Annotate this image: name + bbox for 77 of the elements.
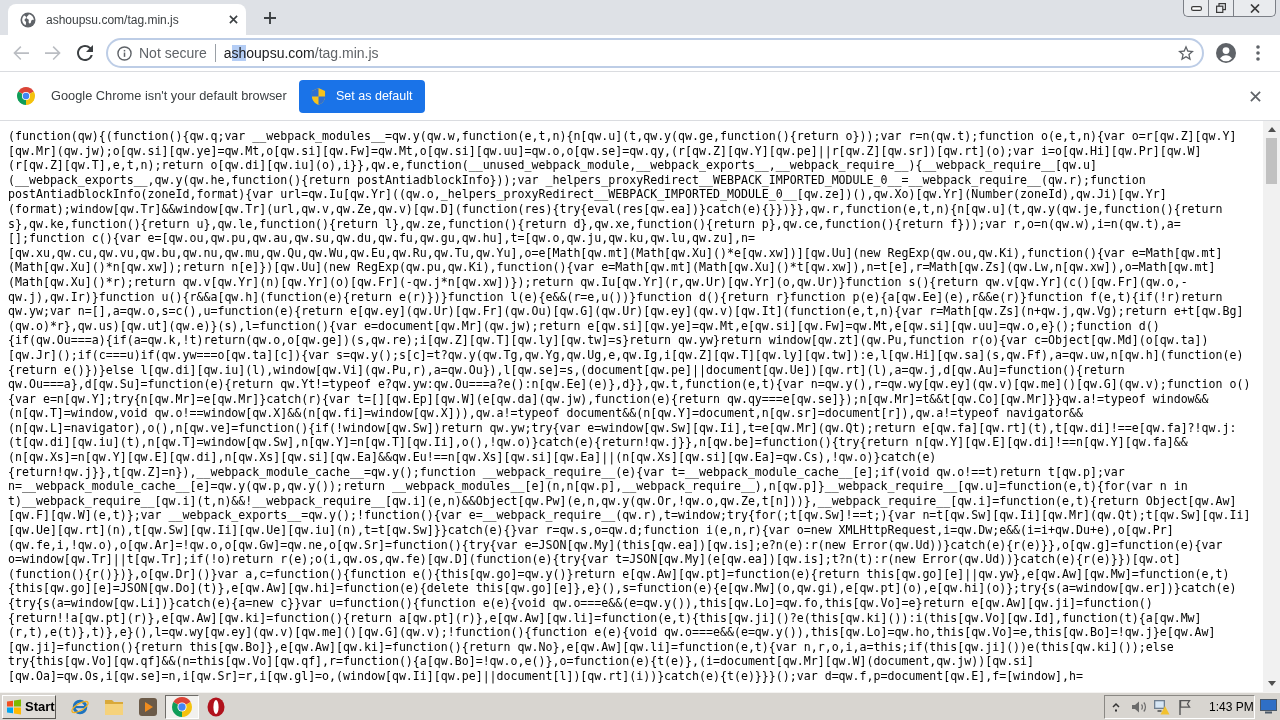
code-line: t)__webpack_require__[qw.i](t,n)&&!__webpack_require__[qw.i](e,n)&&Object[qw.Pw](e,n,qw.y(qw.Or,!qw.o,qw.Ze,t[n]))},__webpack_require__[qw.i]=function(e,t){return Object[qw.Aw] <box>8 493 1237 509</box>
security-chip[interactable]: Not secure <box>117 42 207 64</box>
restore-icon <box>1216 3 1226 13</box>
code-line: [qw.Oa]=qw.Os,i[qw.se]=n,i[qw.Sr]=r,i[qw.gl]=o,(window[qw.Ii][qw.pe]||document[l])[qw.rt](i))}catch(e){t(e)}}}();var d=qw.f,p=document[qw.E],f=[window],h= <box>8 668 1083 684</box>
close-icon[interactable] <box>1250 90 1261 102</box>
info-icon <box>117 45 132 61</box>
browser-logo-icon <box>17 87 35 105</box>
code-line: try{this[qw.Vo][qw.qf]&&(n=this[qw.Vo][qw.qf],r=function(){a[qw.Bo]=!qw.o,e()},o=function(e){t(e)},(i=document[qw.Mr][qw.W](document,qw.jw))[qw.si] <box>8 654 1035 669</box>
code-line: (Math[qw.Xu]()*n[qw.xw]);return n[e]})[qw.Uu](new RegExp(qw.pu,qw.Ki),function(){var e=Math[qw.mt](Math[qw.Xu]()*t[qw.xw]),n=t[e],r=Math[qw.Zs](qw.Lw,n[qw.xw]),o=Math[qw.mt] <box>8 260 1216 275</box>
scrollbar-track[interactable] <box>1263 121 1280 692</box>
reload-icon[interactable] <box>77 45 93 61</box>
browser-tab[interactable]: ashoupsu.com/tag.min.js <box>8 4 246 35</box>
code-line: (n[qw.Xs]=n[qw.Y][qw.E][qw.di],n[qw.Xs][qw.si][qw.Ea]&&qw.Eu!==n[qw.Xs][qw.si][qw.Ea]||(n[qw.Xs][qw.si][qw.Ea]=qw.Cs),!qw.o)}catch(e) <box>8 450 937 465</box>
code-line: (t[qw.di][qw.iu](t),n[qw.T]=window[qw.Sw],n[qw.Y]=n[qw.T][qw.Ii],o(),!qw.o)}catch(e){return!qw.j}},n[qw.be]=function(){try{return n[qw.Y][qw.E][qw.di]!==n[qw.Y][qw.fa]&& <box>8 435 1188 451</box>
triangle-up-icon <box>1267 127 1276 132</box>
ring-icon <box>207 696 225 717</box>
restore-button[interactable] <box>1208 0 1233 17</box>
close-window-button[interactable] <box>1233 0 1276 17</box>
profile-avatar-icon[interactable] <box>1216 43 1236 63</box>
code-line: {if(qw.Ou===a){if(a=qw.k,!t)return(qw.o,o[qw.ge])(s,qw.re);i[qw.Z][qw.T][qw.ly][qw.tw]=s}return qw.yw}return window[qw.zt](qw.Pu,function r(o){var c=Object[qw.Md](o[qw.ta]) <box>8 333 1209 348</box>
code-line: (Math[qw.Xu]()*r);return qw.v[qw.Yr](n)[qw.Yr](o)[qw.Fr](-qw.j*n[qw.xw])});return qw.Iu[qw.Yr](r,qw.Ur)[qw.Yr](o,qw.Ur)}function s(){return qw.v[qw.Yr](c()[qw.Fr](qw.o,- <box>8 274 1188 290</box>
browser-logo-icon <box>172 696 192 717</box>
taskbar-button[interactable] <box>165 694 199 719</box>
code-line: [qw.ji]=function(){return this[qw.Bo]},e[qw.Aw][qw.ki]=function(){return qw.No},e[qw.Aw][qw.li]=function(e,t){var n,r,o,i,a=this;if(this[qw.ji]())e(this[qw.ki]());else <box>8 639 1174 655</box>
folder-icon <box>104 697 124 716</box>
code-line: postAntiadblockInfo(zoneId,format){var url=qw.Iu[qw.Yr]((qw.o,_helpers_proxyRedirect__WEBPACK_IMPORTED_MODULE_0__[qw.ze])(),qw.Xo)[qw.Yr](Number(zoneId),qw.Ji)[qw.Yr] <box>8 187 1167 202</box>
code-line: [];function c(){var e=[qw.ou,qw.pu,qw.au,qw.su,qw.du,qw.fu,qw.gu,qw.hu],t=[qw.o,qw.ju,qw.ku,qw.lu,qw.zu],n= <box>8 231 755 246</box>
code-line: {this[qw.go][e]=JSON[qw.Do](t)},e[qw.Aw][qw.hi]=function(e){delete this[qw.go][e]},e}(),s=function(e){e[qw.Mw](o,qw.gi),e[qw.pt](o),e[qw.hi](o)};try{s(a=window[qw.er])}catch(e) <box>8 581 1237 596</box>
code-line: (format);window[qw.Tr]&&window[qw.Tr](url,qw.v,qw.Ze,qw.v)[qw.D](function(res){try{eval(res[qw.ea])}catch(e){}})}},qw.r,function(e,t,n){n[qw.u](t,qw.y(qw.je,function(){return <box>8 201 1223 217</box>
code-line: (function(qw){(function(){qw.q;var __webpack_modules__=qw.y(qw.w,function(e,t,n){n[qw.u](t,qw.y(qw.ge,function(){return o}));var r=n(qw.t);function o(e,t,n){var o=r[qw.Z][qw.Y] <box>8 129 1237 144</box>
new-tab-icon[interactable] <box>264 12 276 24</box>
caret-up-icon[interactable] <box>1112 701 1120 712</box>
infobar-message: Google Chrome isn't your default browser <box>51 87 287 106</box>
close-icon[interactable] <box>229 15 238 24</box>
shield-icon <box>311 87 326 105</box>
code-line: [qw.xu,qw.cu,qw.vu,qw.bu,qw.nu,qw.mu,qw.Qu,qw.Wu,qw.Eu,qw.Ru,qw.Tu,qw.Yu],o=e[Math[qw.mt](Math[qw.Xu]()*e[qw.xw])][qw.Uu](new RegExp(qw.ou,qw.Ki),function(){var e=Math[qw.mt] <box>8 245 1223 261</box>
code-line: qw.yw;var n=[],a=qw.o,s=c(),u=function(e){return e[qw.ey](qw.Ur)[qw.Fr](qw.Ou)[qw.G](qw.Ur)[qw.ey](qw.v)[qw.It](function(e,t,n){var r=Math[qw.Zs](n+qw.j,qw.Vg);return e+t[qw.Bg] <box>8 304 1244 319</box>
code-line: (r,t),e(t)},t)},e}(),l=qw.wy[qw.ey](qw.v)[qw.me]()[qw.G](qw.v);!function(){function e(e){void qw.o===e&&(e=qw.y()),this[qw.Lo]=qw.ho,this[qw.Vo]=e,this[qw.Bo]=!qw.j}e[qw.Aw] <box>8 625 1216 640</box>
code-line: [qw.Mr](qw.jw);o[qw.si][qw.ye]=qw.Mt,o[qw.si][qw.Fw]=qw.Mt,o[qw.si][qw.uu]=qw.o,o[qw.se]=qw.qy,(r[qw.Z][qw.Y][qw.pe]||r[qw.Z][qw.sr])[qw.rt](o);var i=o[qw.Hi][qw.Pr][qw.W] <box>8 143 1202 159</box>
code-line: qw.j),qw.Ir)}function u(){r&&a[qw.h](function(e){return e(r)})}function l(e){e&&(r=e,u())}function d(){return r}function p(e){a[qw.Ee](e),r&&e(r)}function f(e,t){if(!r)return <box>8 289 1223 305</box>
code-line: (n[qw.T]=window,void qw.o!==window[qw.X]&&(n[qw.fi]=window[qw.X])),qw.a!=typeof document&&(n[qw.Y]=document,n[qw.sr]=document[r]),qw.a!=typeof navigator&& <box>8 406 1083 421</box>
code-line: [qw.Jr]();if(c===u)if(qw.yw===o[qw.ta][c]){var s=qw.y();s[c]=t?qw.y(qw.Tg,qw.Yg,qw.Ug,e,qw.Ig,i[qw.Z][qw.T][qw.ly][qw.tw]):e,l[qw.Hi][qw.sa](s,qw.Ff),a=qw.uw,n[qw.h](function(e) <box>8 347 1244 363</box>
flag-icon[interactable] <box>1178 698 1191 715</box>
clock: 1:43 PM <box>1209 698 1254 716</box>
minimize-button[interactable] <box>1183 0 1208 17</box>
star-icon[interactable] <box>1178 45 1194 61</box>
close-icon <box>1249 3 1260 13</box>
monitor-icon <box>1259 699 1277 714</box>
minimize-icon <box>1190 5 1202 11</box>
globe-icon <box>20 11 36 28</box>
code-line: {var e=n[qw.Y];try{n[qw.Mr]=e[qw.Mr]}catch(r){var t=[][qw.Ep][qw.W](e[qw.da](qw.jw),function(e){return qw.qy===e[qw.se]});n[qw.Mr]=t&&t[qw.Co][qw.Mr]}}qw.a!=typeof window&& <box>8 391 1209 407</box>
network-warning-icon[interactable] <box>1153 698 1170 715</box>
address-bar[interactable]: Not secure ashoupsu.com/tag.min.js <box>106 38 1204 68</box>
code-line: {return e()})}else l[qw.di][qw.iu](l),window[qw.Vi](qw.Pu,r),a=qw.Ou}),l[qw.se]=s,(document[qw.pe]||document[qw.Ue])[qw.rt](l),a=qw.j,d[qw.Au]=function(){return <box>8 362 1125 378</box>
code-line: [qw.Ue][qw.rt](n),t[qw.Sw][qw.Ii][qw.Ue][qw.iu](n),t=t[qw.Sw]}}catch(e){}var r=qw.s,o=qw.d;function i(e,n,r){var o=new XMLHttpRequest,i=qw.Dw;e&&(i=i+qw.Du+e),o[qw.Pr] <box>8 523 1174 538</box>
code-line: n=__webpack_module_cache__[e]=qw.y(qw.p,qw.y());return __webpack_modules__[e](n,n[qw.p],__webpack_require__),n[qw.p]}__webpack_require__[qw.u]=function(e,t){for(var n in <box>8 479 1188 494</box>
code-line: qw.Ou===a},d[qw.Su]=function(e){return qw.Yt!=typeof e?qw.yw:qw.Ou===a?e():n[qw.Ee](e)},d}},qw.t,function(e,t){var n=qw.y(),r=qw.wy[qw.ey](qw.v)[qw.me]()[qw.G](qw.v);function o() <box>8 377 1251 392</box>
set-default-button[interactable]: Set as default <box>298 79 425 113</box>
code-line: (qw.o)*r},qw.us)[qw.ut](qw.e)}(s),l=function(){var e=document[qw.Mr](qw.jw);return e[qw.si][qw.ye]=qw.Mt,e[qw.si][qw.Fw]=qw.Mt,e[qw.si][qw.uu]=qw.o,e}();function d() <box>8 318 1160 334</box>
scrollbar-thumb[interactable] <box>1266 138 1277 184</box>
code-line: (qw.fe,i,!qw.o),o[qw.Ar]=!qw.o,o[qw.Gw]=qw.ne,o[qw.Sr]=function(){try{var e=JSON[qw.My](this[qw.ea])[qw.is];e?n(e):r(new Error(qw.Ud))}catch(e){r(e)}},o[qw.g]=function(e){var <box>8 537 1223 553</box>
code-line: [qw.F][qw.W](e,t)};var __webpack_exports__=qw.y();!function(){var e=__webpack_require__(qw.r),t=window;try{for(;t[qw.Sw]!==t;){var n=t[qw.Sw][qw.Ii][qw.Mr](qw.Qt);t[qw.Sw][qw.Ii] <box>8 508 1251 524</box>
code-line: (r[qw.Z][qw.T],e,t,n);return o[qw.di][qw.iu](o),i}},qw.e,function(__unused_webpack_module,__webpack_exports__,__webpack_require__){__webpack_require__[qw.u] <box>8 158 1097 173</box>
start-button[interactable]: Start <box>2 694 56 719</box>
code-line: {return!qw.j}},t[qw.Z]=n}),__webpack_module_cache__=qw.y();function __webpack_require__(e){var t=__webpack_module_cache__[e];if(void qw.o!==t)return t[qw.p];var <box>8 464 1125 480</box>
code-line: (__webpack_exports__,qw.y(qw.he,function(){return postAntiadblockInfo}));var _helpers_proxyRedirect__WEBPACK_IMPORTED_MODULE_0__=__webpack_require__(qw.r);function <box>8 172 1146 188</box>
url-text: ashoupsu.com/tag.min.js <box>223 43 379 63</box>
code-line: (n[qw.L]=navigator),o(),n[qw.ve]=function(){if(!window[qw.Sw])return qw.yw;try{var e=window[qw.Sw][qw.Ii],t=e[qw.Mr](qw.Qt);return e[qw.fa][qw.rt](t),t[qw.di]!==e[qw.fa]?!qw.j: <box>8 420 1237 436</box>
play-icon <box>138 696 158 717</box>
logo-icon <box>6 698 22 715</box>
code-line: {return!!a[qw.pt](r)},e[qw.Aw][qw.ki]=function(){return a[qw.pt](r)},e[qw.Aw][qw.li]=function(e,t){this[qw.ji]()?e(this[qw.ki]()):i(this[qw.Vo][qw.Id],function(t){a[qw.Mw] <box>8 610 1202 626</box>
code-line: (function(){r()})},o[qw.Dr]()}var a,c=function(){function e(){this[qw.go]=qw.y()}return e[qw.Aw][qw.pt]=function(e){return this[qw.go][e]||qw.yw},e[qw.Aw][qw.Mw]=function(e,t) <box>8 566 1230 582</box>
menu-icon[interactable] <box>1256 45 1260 61</box>
code-line: {try{s(a=window[qw.Li])}catch(e){a=new c}}var u=function(){function e(e){void qw.o===e&&(e=qw.y()),this[qw.Lo]=qw.fo,this[qw.Vo]=e}return e[qw.Aw][qw.ji]=function() <box>8 596 1153 611</box>
triangle-down-icon <box>1267 681 1276 686</box>
code-line: o=window[qw.Tr]||t[qw.Tr];if(!o)return r(e);o(i,qw.os,qw.fe)[qw.D](function(e){try{var t=JSON[qw.My](e[qw.ea])[qw.is];t?n(t):r(new Error(qw.Ud))}catch(e){r(e)}})[qw.ot] <box>8 552 1181 567</box>
code-line: s},qw.ke,function(){return u},qw.le,function(){return l},qw.ze,function(){return d},qw.xe,function(){return p},qw.ce,function(){return f}));var r,o=n(qw.w),i=n(qw.t),a= <box>8 216 1181 232</box>
